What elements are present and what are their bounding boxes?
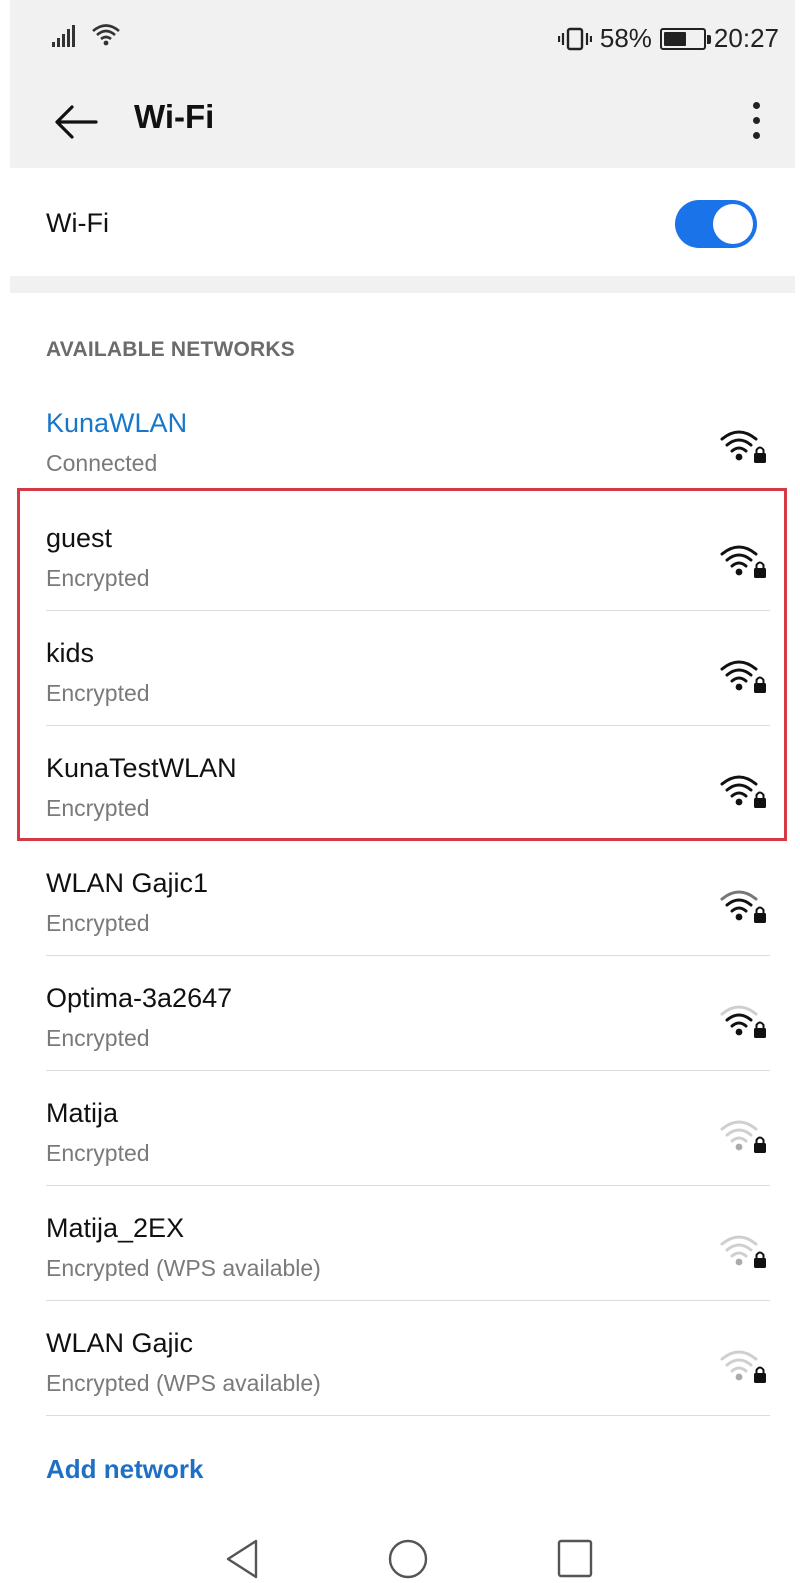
battery-icon bbox=[659, 27, 711, 50]
network-name: KunaTestWLAN bbox=[46, 753, 237, 783]
network-status: Encrypted (WPS available) bbox=[46, 1255, 321, 1281]
list-divider bbox=[46, 725, 770, 726]
wifi-signal-icon bbox=[718, 885, 770, 925]
network-status: Encrypted bbox=[46, 1140, 150, 1166]
network-name: KunaWLAN bbox=[46, 408, 188, 438]
status-right: 58% 20:27 bbox=[557, 23, 779, 54]
network-name: Optima-3a2647 bbox=[46, 983, 233, 1013]
network-status: Encrypted bbox=[46, 565, 150, 591]
network-item[interactable]: kids Encrypted bbox=[0, 638, 800, 753]
network-item[interactable]: guest Encrypted bbox=[0, 523, 800, 638]
app-bar: Wi-Fi bbox=[10, 76, 795, 168]
network-name: guest bbox=[46, 523, 113, 553]
list-divider bbox=[46, 610, 770, 611]
wifi-signal-icon bbox=[718, 425, 770, 465]
nav-recents-button[interactable] bbox=[545, 1538, 605, 1583]
list-divider bbox=[46, 1185, 770, 1186]
wifi-lock-icon bbox=[720, 660, 766, 693]
wifi-lock-icon bbox=[720, 1235, 766, 1268]
network-status: Encrypted bbox=[46, 910, 150, 936]
wifi-toggle-switch[interactable] bbox=[675, 200, 757, 248]
network-status: Encrypted bbox=[46, 1025, 150, 1051]
network-item[interactable]: Matija Encrypted bbox=[0, 1098, 800, 1213]
more-vertical-icon bbox=[752, 101, 760, 109]
wifi-toggle-label: Wi-Fi bbox=[46, 208, 109, 238]
wifi-lock-icon bbox=[720, 545, 766, 578]
network-name: WLAN Gajic1 bbox=[46, 868, 209, 898]
network-name: WLAN Gajic bbox=[46, 1328, 194, 1358]
more-vertical-icon-dot bbox=[752, 116, 760, 124]
cellular-signal-icon bbox=[52, 25, 75, 47]
list-divider bbox=[46, 1415, 770, 1416]
wifi-lock-icon bbox=[720, 1120, 766, 1153]
battery-percent: 58% bbox=[599, 23, 652, 53]
wifi-signal-icon bbox=[718, 1345, 770, 1385]
navigation-bar bbox=[0, 1528, 800, 1583]
circle-home-icon bbox=[388, 1539, 428, 1579]
top-bar: 58% 20:27 Wi-Fi bbox=[10, 0, 795, 168]
wifi-signal-icon bbox=[718, 1115, 770, 1155]
network-item[interactable]: WLAN Gajic1 Encrypted bbox=[0, 868, 800, 983]
arrow-left-icon bbox=[55, 105, 98, 139]
network-item[interactable]: Optima-3a2647 Encrypted bbox=[0, 983, 800, 1098]
network-status: Encrypted bbox=[46, 680, 150, 706]
wifi-lock-icon bbox=[720, 775, 766, 808]
add-network-button[interactable]: Add network bbox=[46, 1454, 203, 1485]
page-title: Wi-Fi bbox=[134, 98, 215, 135]
list-divider bbox=[46, 1070, 770, 1071]
nav-home-button[interactable] bbox=[378, 1538, 438, 1583]
clock: 20:27 bbox=[713, 23, 779, 53]
list-divider bbox=[46, 955, 770, 956]
wifi-signal-icon bbox=[718, 1230, 770, 1270]
network-status: Encrypted (WPS available) bbox=[46, 1370, 321, 1396]
network-status: Connected bbox=[46, 450, 158, 476]
wifi-signal-icon bbox=[718, 655, 770, 695]
wifi-signal-icon bbox=[718, 540, 770, 580]
nav-back-button[interactable] bbox=[212, 1538, 272, 1583]
more-options-button[interactable] bbox=[731, 90, 781, 150]
network-item[interactable]: KunaTestWLAN Encrypted bbox=[0, 753, 800, 868]
status-bar: 58% 20:27 bbox=[10, 0, 795, 76]
wifi-toggle-row[interactable]: Wi-Fi bbox=[10, 168, 795, 276]
more-vertical-icon-dot bbox=[752, 131, 760, 139]
wifi-lock-icon bbox=[720, 890, 766, 923]
network-item[interactable]: Matija_2EX Encrypted (WPS available) bbox=[0, 1213, 800, 1328]
toggle-knob bbox=[713, 204, 753, 244]
wifi-lock-icon bbox=[720, 430, 766, 463]
wifi-signal-icon bbox=[718, 1000, 770, 1040]
network-status: Encrypted bbox=[46, 795, 150, 821]
list-divider bbox=[46, 840, 770, 841]
section-divider bbox=[10, 276, 795, 293]
wifi-signal-icon bbox=[718, 770, 770, 810]
list-divider bbox=[46, 1300, 770, 1301]
wifi-lock-icon bbox=[720, 1350, 766, 1383]
back-button[interactable] bbox=[46, 92, 106, 152]
wifi-lock-icon bbox=[720, 1005, 766, 1038]
section-header: AVAILABLE NETWORKS bbox=[46, 338, 295, 361]
network-item[interactable]: KunaWLAN Connected bbox=[0, 408, 800, 523]
square-recents-icon bbox=[557, 1539, 593, 1578]
network-name: Matija bbox=[46, 1098, 119, 1128]
vibrate-icon bbox=[557, 27, 592, 50]
network-name: Matija_2EX bbox=[46, 1213, 185, 1243]
network-item[interactable]: WLAN Gajic Encrypted (WPS available) bbox=[0, 1328, 800, 1443]
wifi-status-icon bbox=[92, 24, 120, 46]
network-name: kids bbox=[46, 638, 95, 668]
status-left bbox=[52, 22, 122, 48]
battery-fill bbox=[663, 31, 686, 46]
triangle-back-icon bbox=[226, 1539, 258, 1579]
